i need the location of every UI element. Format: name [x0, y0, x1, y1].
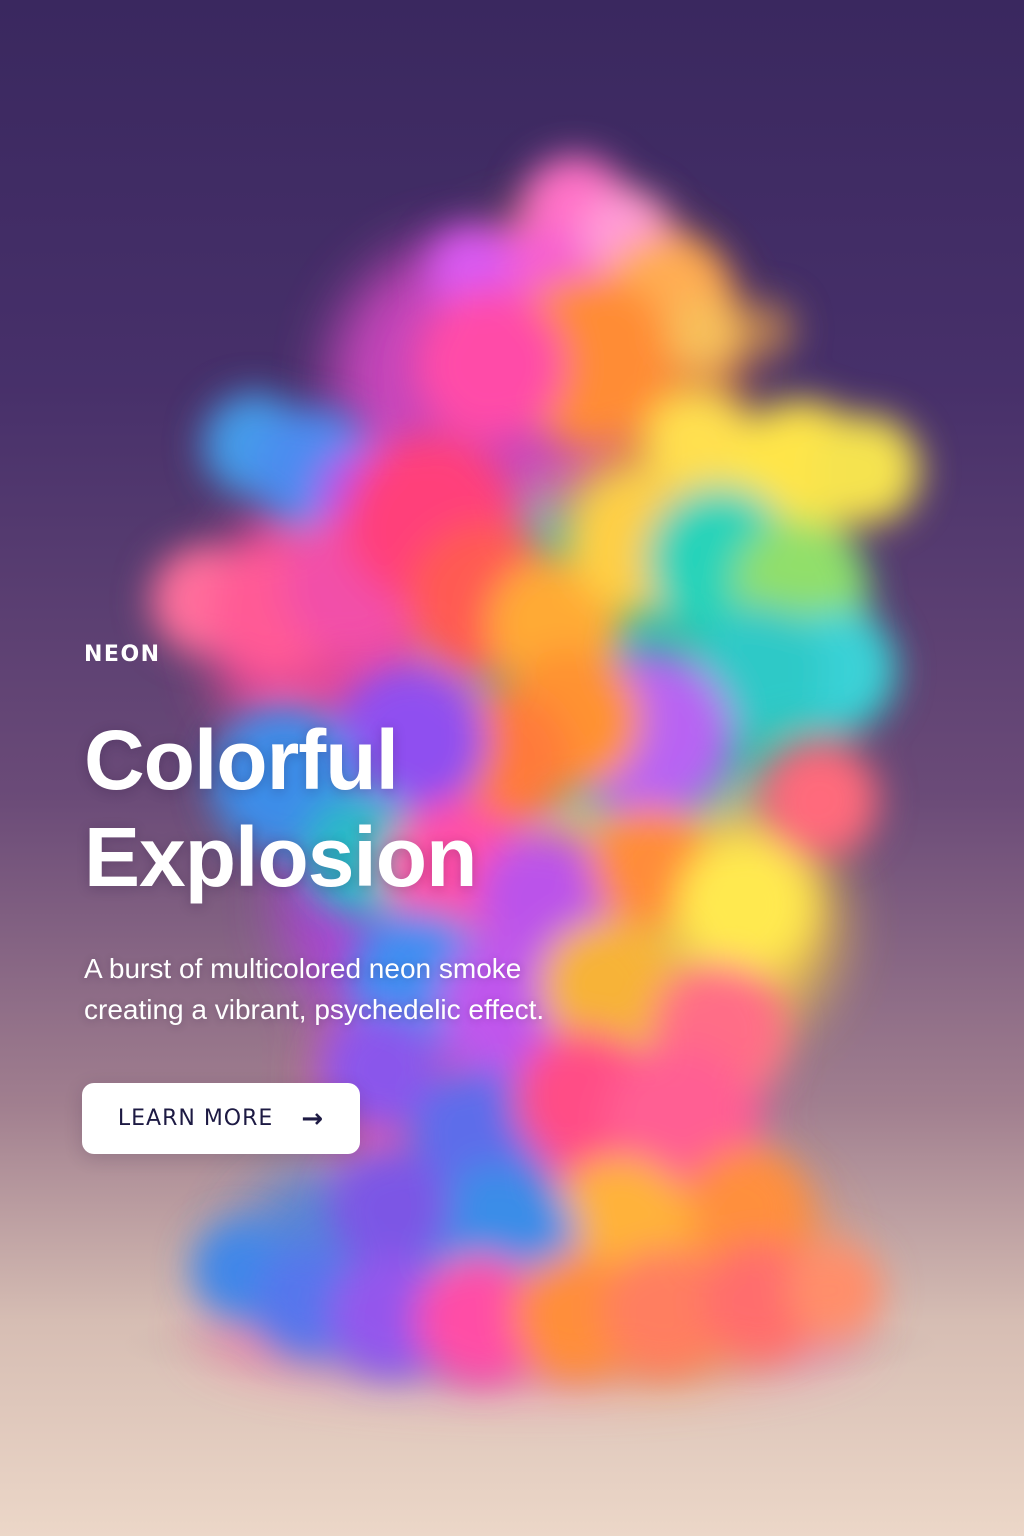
learn-more-label: LEARN MORE: [117, 1106, 274, 1131]
page-title: Colorful Explosion: [84, 712, 644, 906]
hero-scene: NEON Colorful Explosion A burst of multi…: [0, 0, 1024, 1536]
hero-content: NEON Colorful Explosion A burst of multi…: [84, 640, 644, 1030]
title-line-2: Explosion: [84, 810, 477, 904]
learn-more-button[interactable]: LEARN MORE →: [82, 1083, 360, 1154]
eyebrow-label: NEON: [84, 642, 161, 667]
arrow-right-icon: →: [301, 1103, 325, 1134]
description-line-1: A burst of multicolored neon smoke: [84, 953, 522, 984]
hero-description: A burst of multicolored neon smoke creat…: [84, 948, 624, 1030]
description-line-2: creating a vibrant, psychedelic effect.: [84, 994, 545, 1025]
title-line-1: Colorful: [84, 713, 399, 807]
